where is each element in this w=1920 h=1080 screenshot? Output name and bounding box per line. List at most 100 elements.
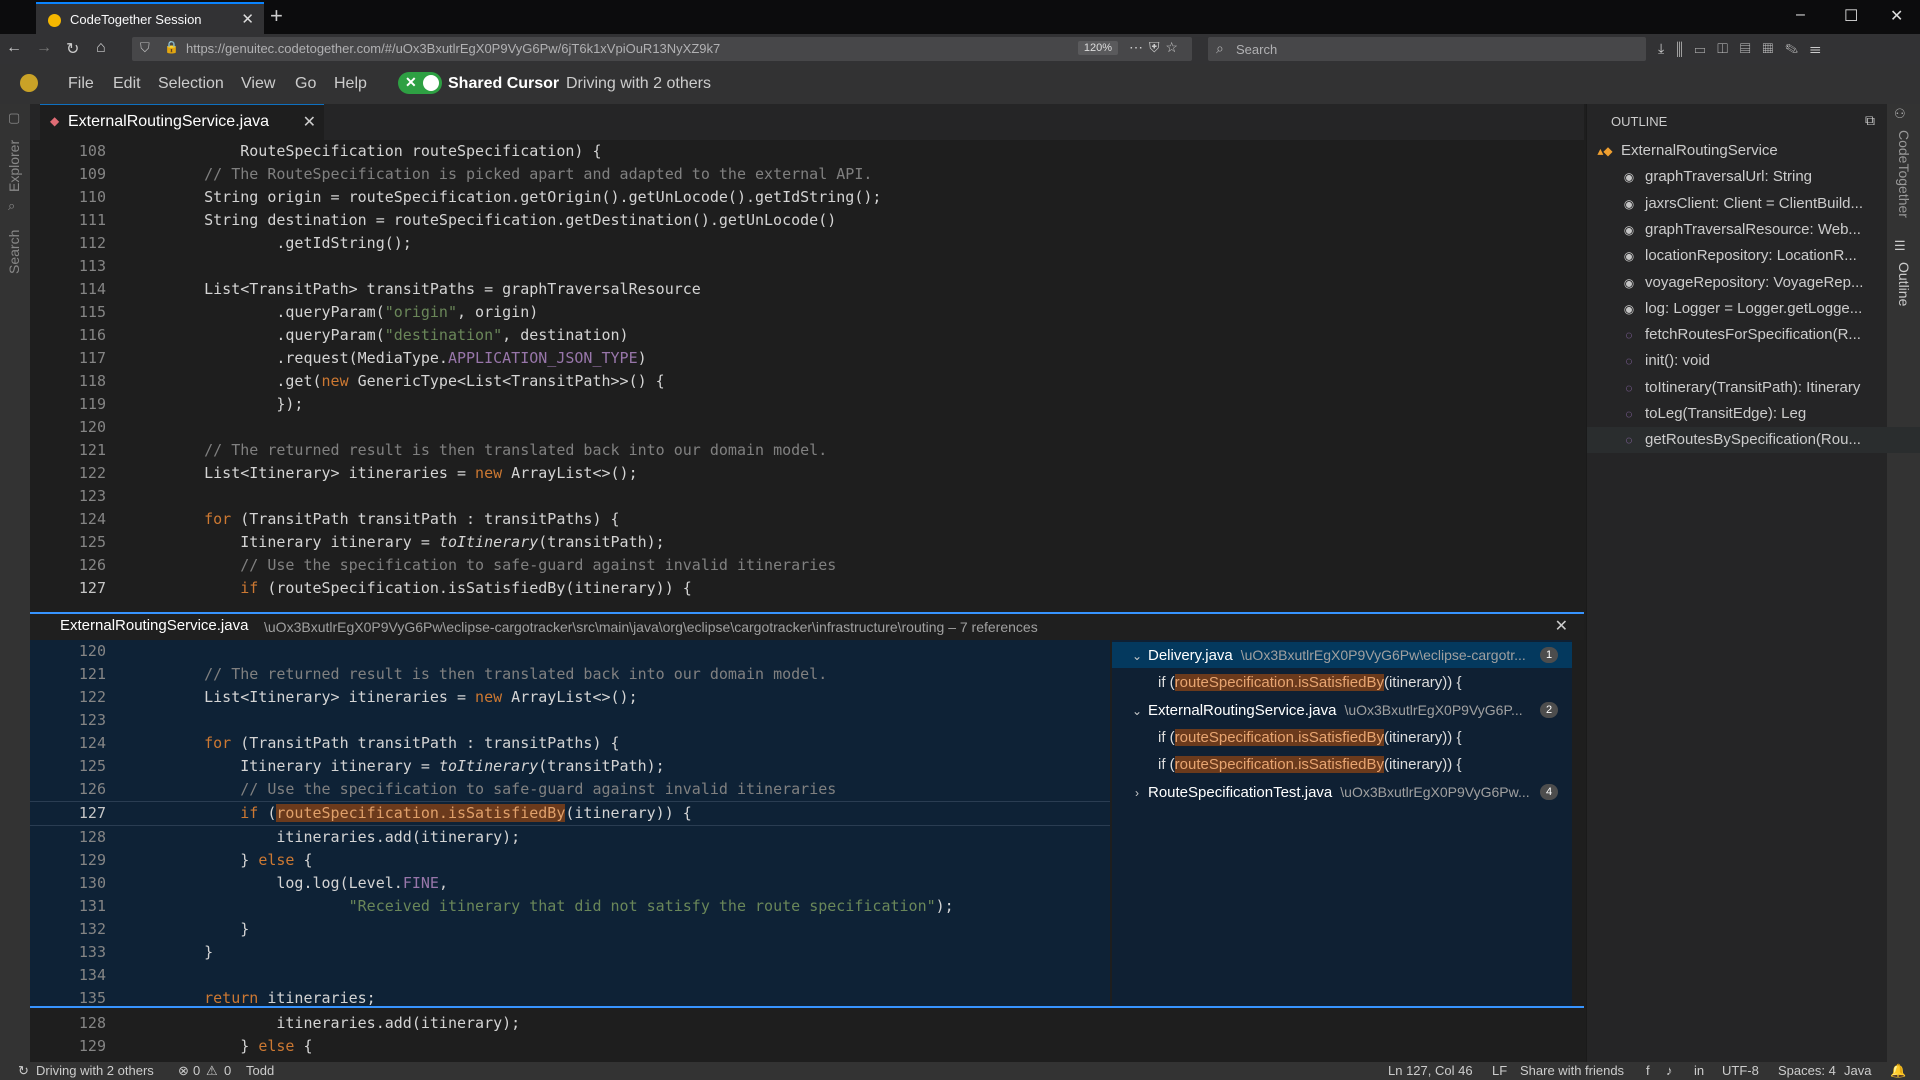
minimize-icon[interactable]: – — [1796, 6, 1805, 24]
line-code[interactable]: } else { — [168, 851, 312, 869]
code-top-line[interactable]: 115 .queryParam("origin", origin) — [30, 301, 1570, 324]
warning-count[interactable]: 0 — [224, 1063, 231, 1078]
files-icon[interactable]: ▢ — [8, 110, 20, 126]
line-ending[interactable]: LF — [1492, 1063, 1507, 1078]
forward-icon[interactable]: → — [36, 39, 52, 57]
menu-go[interactable]: Go — [295, 75, 316, 93]
line-code[interactable]: List<TransitPath> transitPaths = graphTr… — [168, 280, 701, 298]
line-code[interactable]: return itineraries; — [168, 989, 376, 1006]
reload-icon[interactable]: ↻ — [66, 39, 79, 59]
peek-code-line[interactable]: 127 if (routeSpecification.isSatisfiedBy… — [30, 801, 1110, 826]
menu-file[interactable]: File — [68, 75, 94, 93]
line-code[interactable]: List<Itinerary> itineraries = new ArrayL… — [168, 464, 638, 482]
line-code[interactable]: } — [168, 920, 249, 938]
search-icon[interactable]: ⌕ — [8, 198, 15, 214]
page-actions-icons[interactable]: ⋯⛨☆ — [1129, 39, 1184, 56]
peek-code-editor[interactable]: 120 121 // The returned result is then tr… — [30, 640, 1110, 1006]
line-code[interactable]: for (TransitPath transitPath : transitPa… — [168, 510, 619, 528]
line-code[interactable]: // The returned result is then translate… — [168, 441, 827, 459]
code-top-line[interactable]: 117 .request(MediaType.APPLICATION_JSON_… — [30, 347, 1570, 370]
outline-item[interactable]: ◌ fetchRoutesForSpecification(R... — [1587, 322, 1920, 348]
line-code[interactable]: for (TransitPath transitPath : transitPa… — [168, 734, 619, 752]
code-top-line[interactable]: 113 — [30, 255, 1570, 278]
status-driving[interactable]: Driving with 2 others — [36, 1063, 154, 1078]
code-top-line[interactable]: 121 // The returned result is then trans… — [30, 439, 1570, 462]
search-bar[interactable]: ⌕ Search — [1208, 37, 1646, 61]
line-code[interactable]: String destination = routeSpecification.… — [168, 211, 836, 229]
line-code[interactable]: if (routeSpecification.isSatisfiedBy(iti… — [168, 804, 692, 822]
line-code[interactable]: .queryParam("destination", destination) — [168, 326, 628, 344]
code-top-line[interactable]: 114 List<TransitPath> transitPaths = gra… — [30, 278, 1570, 301]
language-mode[interactable]: Java — [1844, 1063, 1871, 1078]
line-code[interactable]: // Use the specification to safe-guard a… — [168, 780, 836, 798]
reference-file[interactable]: › RouteSpecificationTest.java \uOx3BxutlrE… — [1112, 779, 1572, 805]
line-code[interactable]: // The RouteSpecification is picked apar… — [168, 165, 872, 183]
menu-help[interactable]: Help — [334, 75, 367, 93]
close-window-icon[interactable]: ✕ — [1890, 6, 1903, 26]
code-top-line[interactable]: 109 // The RouteSpecification is picked … — [30, 163, 1570, 186]
line-code[interactable]: List<Itinerary> itineraries = new ArrayL… — [168, 688, 638, 706]
reference-file[interactable]: ⌄ ExternalRoutingService.java \uOx3BxutlrE… — [1112, 697, 1572, 723]
back-icon[interactable]: ← — [6, 39, 22, 57]
close-editor-icon[interactable]: ✕ — [303, 112, 316, 132]
code-top-line[interactable]: 125 Itinerary itinerary = toItinerary(tr… — [30, 531, 1570, 554]
line-code[interactable]: // The returned result is then translate… — [168, 665, 827, 683]
line-code[interactable]: .getIdString(); — [168, 234, 411, 252]
reference-line[interactable]: if (routeSpecification.isSatisfiedBy(iti… — [1158, 725, 1461, 751]
peek-code-line[interactable]: 124 for (TransitPath transitPath : trans… — [30, 732, 1110, 755]
browser-tab[interactable]: CodeTogether Session ✕ — [36, 2, 264, 34]
line-code[interactable]: .request(MediaType.APPLICATION_JSON_TYPE… — [168, 349, 646, 367]
code-top-line[interactable]: 120 — [30, 416, 1570, 439]
code-top-line[interactable]: 116 .queryParam("destination", destinati… — [30, 324, 1570, 347]
reference-file[interactable]: ⌄ Delivery.java \uOx3BxutlrEgX0P9VyG6Pw\ec… — [1112, 642, 1572, 668]
peek-code-line[interactable]: 132 } — [30, 918, 1110, 941]
url-text[interactable]: https://genuitec.codetogether.com/#/uOx3… — [186, 41, 720, 56]
code-top-line[interactable]: 119 }); — [30, 393, 1570, 416]
outline-item[interactable]: ◌ getRoutesBySpecification(Rou... — [1587, 427, 1920, 454]
facebook-icon[interactable]: f — [1646, 1063, 1650, 1078]
people-icon[interactable]: ⚇ — [1894, 106, 1906, 122]
twitter-icon[interactable]: ♪ — [1666, 1063, 1673, 1078]
browser-toolbar-icons[interactable]: ⤓⫼▭◫▤▦✎☰ — [1658, 40, 1832, 57]
outline-item[interactable]: ◌ toItinerary(TransitPath): Itinerary — [1587, 375, 1920, 401]
line-code[interactable]: } else { — [168, 1037, 312, 1055]
outline-item[interactable]: ◉ graphTraversalResource: Web... — [1587, 217, 1920, 243]
peek-code-line[interactable]: 126 // Use the specification to safe-gua… — [30, 778, 1110, 801]
encoding[interactable]: UTF-8 — [1722, 1063, 1759, 1078]
maximize-icon[interactable]: ☐ — [1844, 6, 1858, 26]
line-code[interactable]: itineraries.add(itinerary); — [168, 1014, 520, 1032]
code-top-line[interactable]: 124 for (TransitPath transitPath : trans… — [30, 508, 1570, 531]
peek-code-line[interactable]: 129 } else { — [30, 849, 1110, 872]
peek-code-line[interactable]: 123 — [30, 709, 1110, 732]
close-tab-icon[interactable]: ✕ — [241, 10, 254, 28]
peek-code-line[interactable]: 131 "Received itinerary that did not sat… — [30, 895, 1110, 918]
menu-edit[interactable]: Edit — [113, 75, 141, 93]
code-top-line[interactable]: 123 — [30, 485, 1570, 508]
outline-item[interactable]: ◌ init(): void — [1587, 348, 1920, 374]
peek-code-line[interactable]: 135 return itineraries; — [30, 987, 1110, 1006]
shared-cursor-toggle[interactable]: ✕ — [398, 72, 442, 94]
line-code[interactable]: RouteSpecification routeSpecification) { — [168, 142, 601, 160]
code-bottom-line[interactable]: 129 } else { — [30, 1035, 1570, 1058]
line-code[interactable]: itineraries.add(itinerary); — [168, 828, 520, 846]
editor-tab[interactable]: ◆ ExternalRoutingService.java ✕ — [40, 104, 324, 140]
peek-code-line[interactable]: 122 List<Itinerary> itineraries = new Ar… — [30, 686, 1110, 709]
indentation[interactable]: Spaces: 4 — [1778, 1063, 1836, 1078]
code-top-line[interactable]: 108 RouteSpecification routeSpecificatio… — [30, 140, 1570, 163]
code-top-line[interactable]: 111 String destination = routeSpecificat… — [30, 209, 1570, 232]
status-user[interactable]: Todd — [246, 1063, 274, 1078]
reference-line[interactable]: if (routeSpecification.isSatisfiedBy(iti… — [1158, 670, 1461, 696]
menu-selection[interactable]: Selection — [158, 75, 224, 93]
line-code[interactable]: String origin = routeSpecification.getOr… — [168, 188, 881, 206]
peek-code-line[interactable]: 130 log.log(Level.FINE, — [30, 872, 1110, 895]
line-code[interactable]: // Use the specification to safe-guard a… — [168, 556, 836, 574]
activity-explorer[interactable]: Explorer — [6, 140, 22, 192]
peek-code-line[interactable]: 121 // The returned result is then trans… — [30, 663, 1110, 686]
code-top-line[interactable]: 127 if (routeSpecification.isSatisfiedBy… — [30, 577, 1570, 600]
line-code[interactable]: }); — [168, 395, 303, 413]
line-code[interactable]: Itinerary itinerary = toItinerary(transi… — [168, 533, 664, 551]
collapse-all-icon[interactable]: ⧉ — [1865, 112, 1875, 129]
line-code[interactable]: .get(new GenericType<List<TransitPath>>(… — [168, 372, 664, 390]
line-code[interactable]: Itinerary itinerary = toItinerary(transi… — [168, 757, 664, 775]
line-code[interactable]: if (routeSpecification.isSatisfiedBy(iti… — [168, 579, 692, 597]
